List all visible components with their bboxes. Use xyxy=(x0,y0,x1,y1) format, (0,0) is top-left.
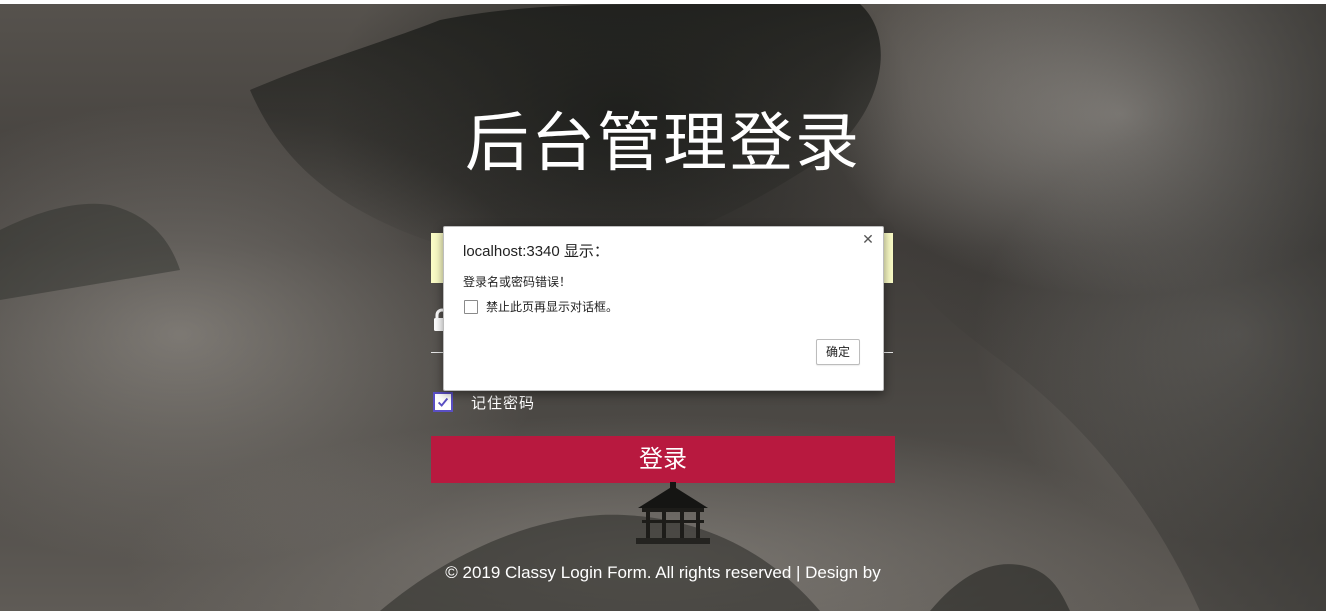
remember-label: 记住密码 xyxy=(471,393,536,412)
ok-button[interactable]: 确定 xyxy=(816,339,860,365)
suppress-dialogs-option[interactable]: 禁止此页再显示对话框。 xyxy=(464,298,618,315)
pavilion-image xyxy=(636,482,710,544)
dialog-message: 登录名或密码错误！ xyxy=(463,275,572,289)
page-title: 后台管理登录 xyxy=(465,107,861,181)
login-button[interactable]: 登录 xyxy=(431,436,895,483)
suppress-checkbox[interactable] xyxy=(464,299,478,314)
check-icon xyxy=(437,397,449,407)
login-page: 后台管理登录 记住密码 登录 © 2019 Classy Login Form.… xyxy=(0,0,1326,611)
remember-checkbox[interactable] xyxy=(433,392,453,412)
close-icon[interactable]: ✕ xyxy=(860,232,876,248)
suppress-label: 禁止此页再显示对话框。 xyxy=(486,300,619,314)
remember-password[interactable]: 记住密码 xyxy=(433,391,535,413)
footer-copyright: © 2019 Classy Login Form. All rights res… xyxy=(445,563,881,582)
dialog-title: localhost:3340 显示： xyxy=(463,243,609,260)
alert-dialog: localhost:3340 显示： ✕ 登录名或密码错误！ 禁止此页再显示对话… xyxy=(443,226,884,391)
